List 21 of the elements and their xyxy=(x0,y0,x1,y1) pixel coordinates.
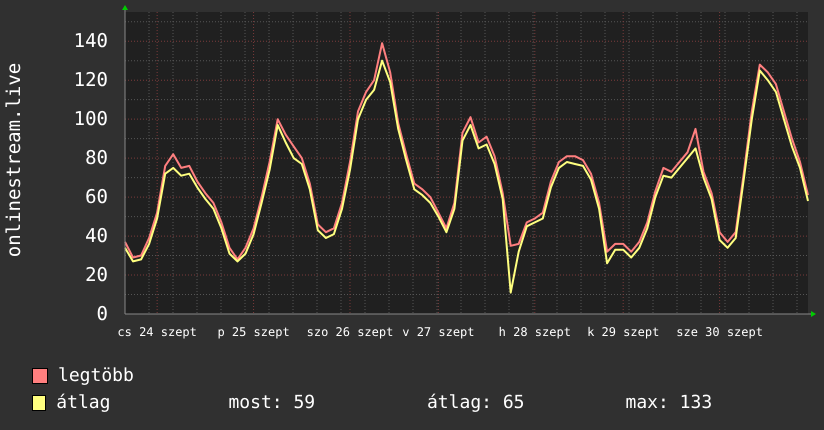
axis-label: 100 xyxy=(74,108,108,130)
axis-label: k 29 szept xyxy=(587,325,660,339)
axis-label: 20 xyxy=(85,264,108,286)
legend-label: átlag xyxy=(56,392,112,413)
axis-label: cs 24 szept xyxy=(117,325,197,339)
axis-title: onlinestream.live xyxy=(3,62,25,258)
axis-label: p 25 szept xyxy=(217,325,290,339)
axis-label: 60 xyxy=(85,186,108,208)
axis-label: h 28 szept xyxy=(498,325,571,339)
axis-label: sze 30 szept xyxy=(676,325,763,339)
legend-label: legtöbb xyxy=(58,365,135,386)
axis-label: 120 xyxy=(74,69,108,92)
axis-label: 40 xyxy=(85,225,108,248)
legend-stat: most: 59 xyxy=(228,392,316,413)
axis-label: szo 26 szept xyxy=(306,325,394,339)
axis-label: 0 xyxy=(96,303,108,325)
axis-label: v 27 szept xyxy=(402,325,474,339)
axis-label: 140 xyxy=(74,30,108,52)
legend-stat: max: 133 xyxy=(625,392,714,413)
axis-label: 80 xyxy=(85,147,108,170)
legend-stat: átlag: 65 xyxy=(426,392,526,413)
